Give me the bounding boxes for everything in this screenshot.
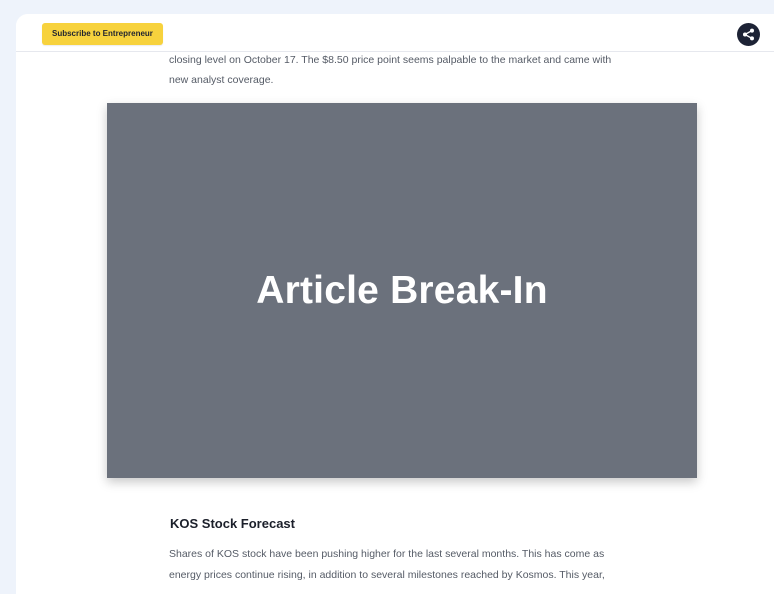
paragraph-line: closing level on October 17. The $8.50 p…: [169, 54, 612, 66]
break-in-label: Article Break-In: [256, 268, 548, 312]
article-intro: closing level on October 17. The $8.50 p…: [169, 50, 649, 90]
share-button[interactable]: [737, 23, 760, 46]
page-frame: Subscribe to Entrepreneur closing level …: [16, 14, 774, 594]
share-icon: [743, 28, 754, 41]
paragraph-line: new analyst coverage.: [169, 74, 274, 86]
article-break-in-ad[interactable]: Article Break-In: [107, 103, 697, 478]
section-body: Shares of KOS stock have been pushing hi…: [169, 544, 669, 586]
section-heading: KOS Stock Forecast: [170, 516, 295, 531]
subscribe-button[interactable]: Subscribe to Entrepreneur: [42, 23, 163, 45]
paragraph-line: Shares of KOS stock have been pushing hi…: [169, 548, 605, 560]
top-bar: Subscribe to Entrepreneur: [16, 14, 774, 52]
